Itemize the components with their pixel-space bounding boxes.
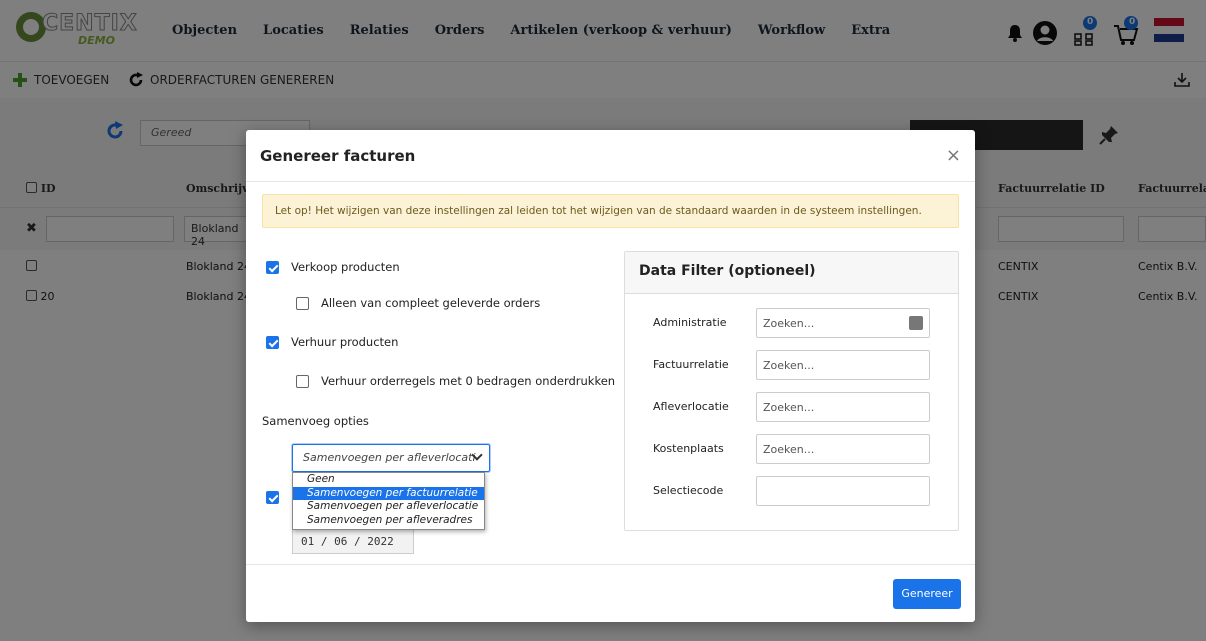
warning-alert: Let op! Het wijzigen van deze instelling… [262, 194, 959, 228]
factuurrelatie-input[interactable]: Zoeken... [756, 350, 930, 380]
hidden-option[interactable] [266, 491, 291, 504]
kostenplaats-label: Kostenplaats [653, 442, 724, 455]
lookup-icon[interactable] [909, 316, 923, 330]
option-afleverlocatie[interactable]: Samenvoegen per afleverlocatie [293, 500, 484, 514]
data-filter-panel: Data Filter (optioneel) Administratie Zo… [624, 251, 959, 531]
administratie-input[interactable]: Zoeken... [756, 308, 930, 338]
verkoop-producten-checkbox[interactable] [266, 260, 279, 274]
factuurrelatie-label: Factuurrelatie [653, 358, 729, 371]
date-option-checkbox[interactable] [266, 491, 279, 504]
modal-header: Genereer facturen × [246, 130, 975, 182]
selectiecode-label: Selectiecode [653, 484, 724, 497]
kostenplaats-input[interactable]: Zoeken... [756, 434, 930, 464]
compleet-geleverd-label: Alleen van compleet geleverde orders [321, 296, 541, 310]
afleverlocatie-label: Afleverlocatie [653, 400, 729, 413]
samenvoeg-dropdown: Geen Samenvoegen per factuurrelatie Same… [292, 472, 485, 530]
administratie-placeholder: Zoeken... [763, 317, 815, 330]
administratie-label: Administratie [653, 316, 727, 329]
option-afleveradres[interactable]: Samenvoegen per afleveradres [293, 514, 484, 528]
nul-bedragen-label: Verhuur orderregels met 0 bedragen onder… [321, 374, 616, 388]
selectiecode-input[interactable] [756, 476, 930, 506]
data-filter-header: Data Filter (optioneel) [625, 252, 958, 294]
generate-button[interactable]: Genereer [893, 579, 961, 609]
modal-footer: Genereer [246, 564, 975, 622]
verkoop-producten-option[interactable]: Verkoop producten [266, 260, 400, 274]
compleet-geleverd-checkbox[interactable] [296, 296, 309, 310]
compleet-geleverd-option[interactable]: Alleen van compleet geleverde orders [296, 296, 540, 310]
afleverlocatie-input[interactable]: Zoeken... [756, 392, 930, 422]
verkoop-producten-label: Verkoop producten [291, 260, 400, 274]
option-geen[interactable]: Geen [293, 473, 484, 487]
nul-bedragen-option[interactable]: Verhuur orderregels met 0 bedragen onder… [296, 374, 615, 388]
samenvoeg-selected-value: Samenvoegen per afleverlocati [303, 451, 476, 464]
verhuur-producten-label: Verhuur producten [291, 335, 399, 349]
modal-title: Genereer facturen [260, 147, 416, 165]
samenvoeg-select[interactable]: Samenvoegen per afleverlocati [292, 444, 490, 472]
verhuur-producten-option[interactable]: Verhuur producten [266, 335, 398, 349]
samenvoeg-label: Samenvoeg opties [262, 414, 369, 428]
close-icon[interactable]: × [946, 145, 961, 166]
invoice-date-input[interactable]: 01 / 06 / 2022 [292, 528, 414, 554]
verhuur-producten-checkbox[interactable] [266, 335, 279, 349]
generate-invoices-dialog: Genereer facturen × Let op! Het wijzigen… [246, 130, 975, 622]
data-filter-title: Data Filter (optioneel) [639, 263, 816, 279]
nul-bedragen-checkbox[interactable] [296, 374, 309, 388]
option-factuurrelatie[interactable]: Samenvoegen per factuurrelatie [293, 486, 484, 500]
